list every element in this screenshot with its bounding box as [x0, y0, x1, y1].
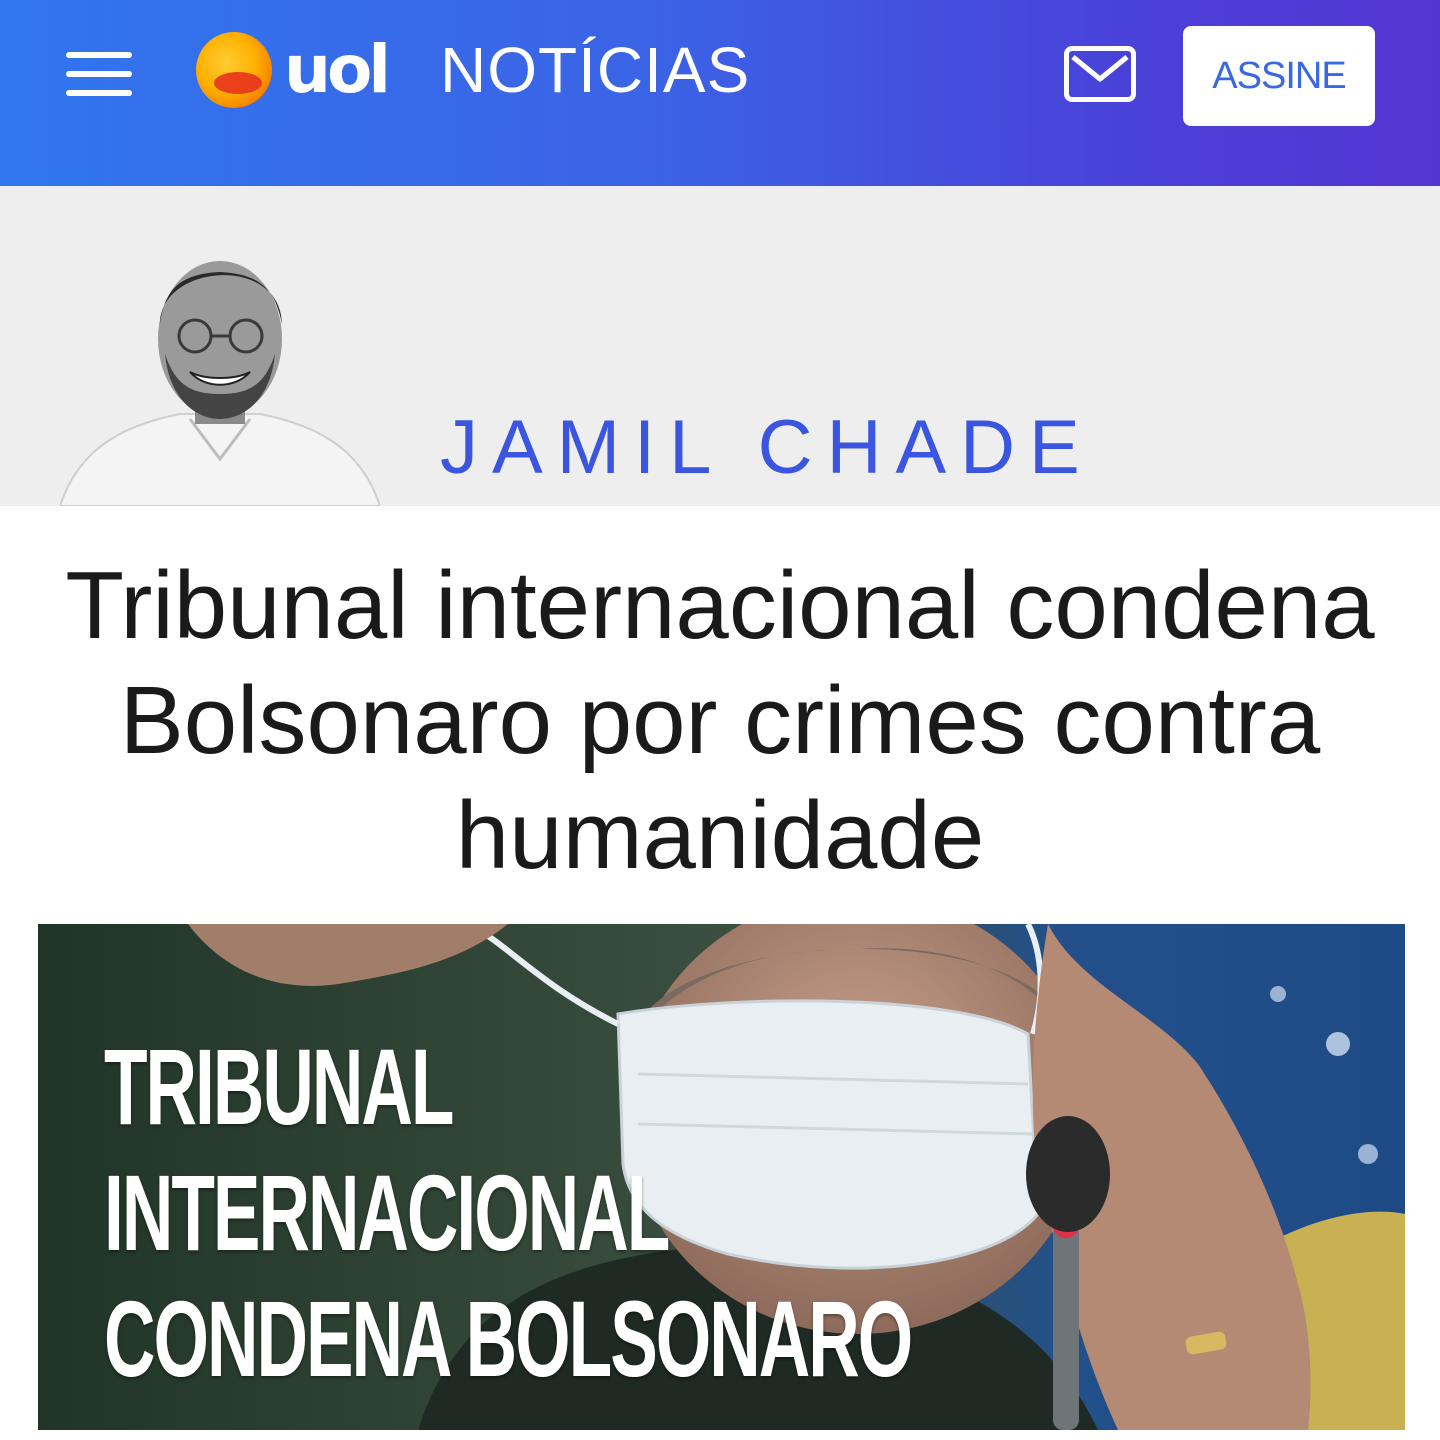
- hero-image-caption: TRIBUNAL INTERNACIONAL CONDENA BOLSONARO: [104, 1024, 913, 1402]
- envelope-icon: [1071, 55, 1129, 82]
- author-name[interactable]: JAMIL CHADE: [440, 410, 1094, 486]
- logo-text: uol: [284, 31, 391, 108]
- caption-line: INTERNACIONAL: [104, 1152, 670, 1273]
- menu-line: [66, 90, 132, 96]
- menu-line: [66, 71, 132, 77]
- menu-line: [66, 52, 132, 58]
- article-headline: Tribunal internacional condena Bolsonaro…: [65, 552, 1375, 889]
- top-navigation-bar: uol NOTÍCIAS ASSINE: [0, 0, 1440, 186]
- author-photo: [58, 244, 382, 507]
- section-title[interactable]: NOTÍCIAS: [440, 38, 750, 102]
- uol-sun-logo-icon: [196, 32, 272, 108]
- newsletter-mail-button[interactable]: [1064, 46, 1136, 102]
- hamburger-menu-icon[interactable]: [66, 52, 132, 96]
- subscribe-button[interactable]: ASSINE: [1183, 26, 1375, 126]
- caption-line: CONDENA BOLSONARO: [104, 1278, 913, 1399]
- uol-logo[interactable]: uol: [196, 30, 391, 110]
- article-hero-image[interactable]: TRIBUNAL INTERNACIONAL CONDENA BOLSONARO: [38, 924, 1405, 1430]
- caption-line: TRIBUNAL: [104, 1026, 454, 1147]
- columnist-banner: JAMIL CHADE: [0, 186, 1440, 507]
